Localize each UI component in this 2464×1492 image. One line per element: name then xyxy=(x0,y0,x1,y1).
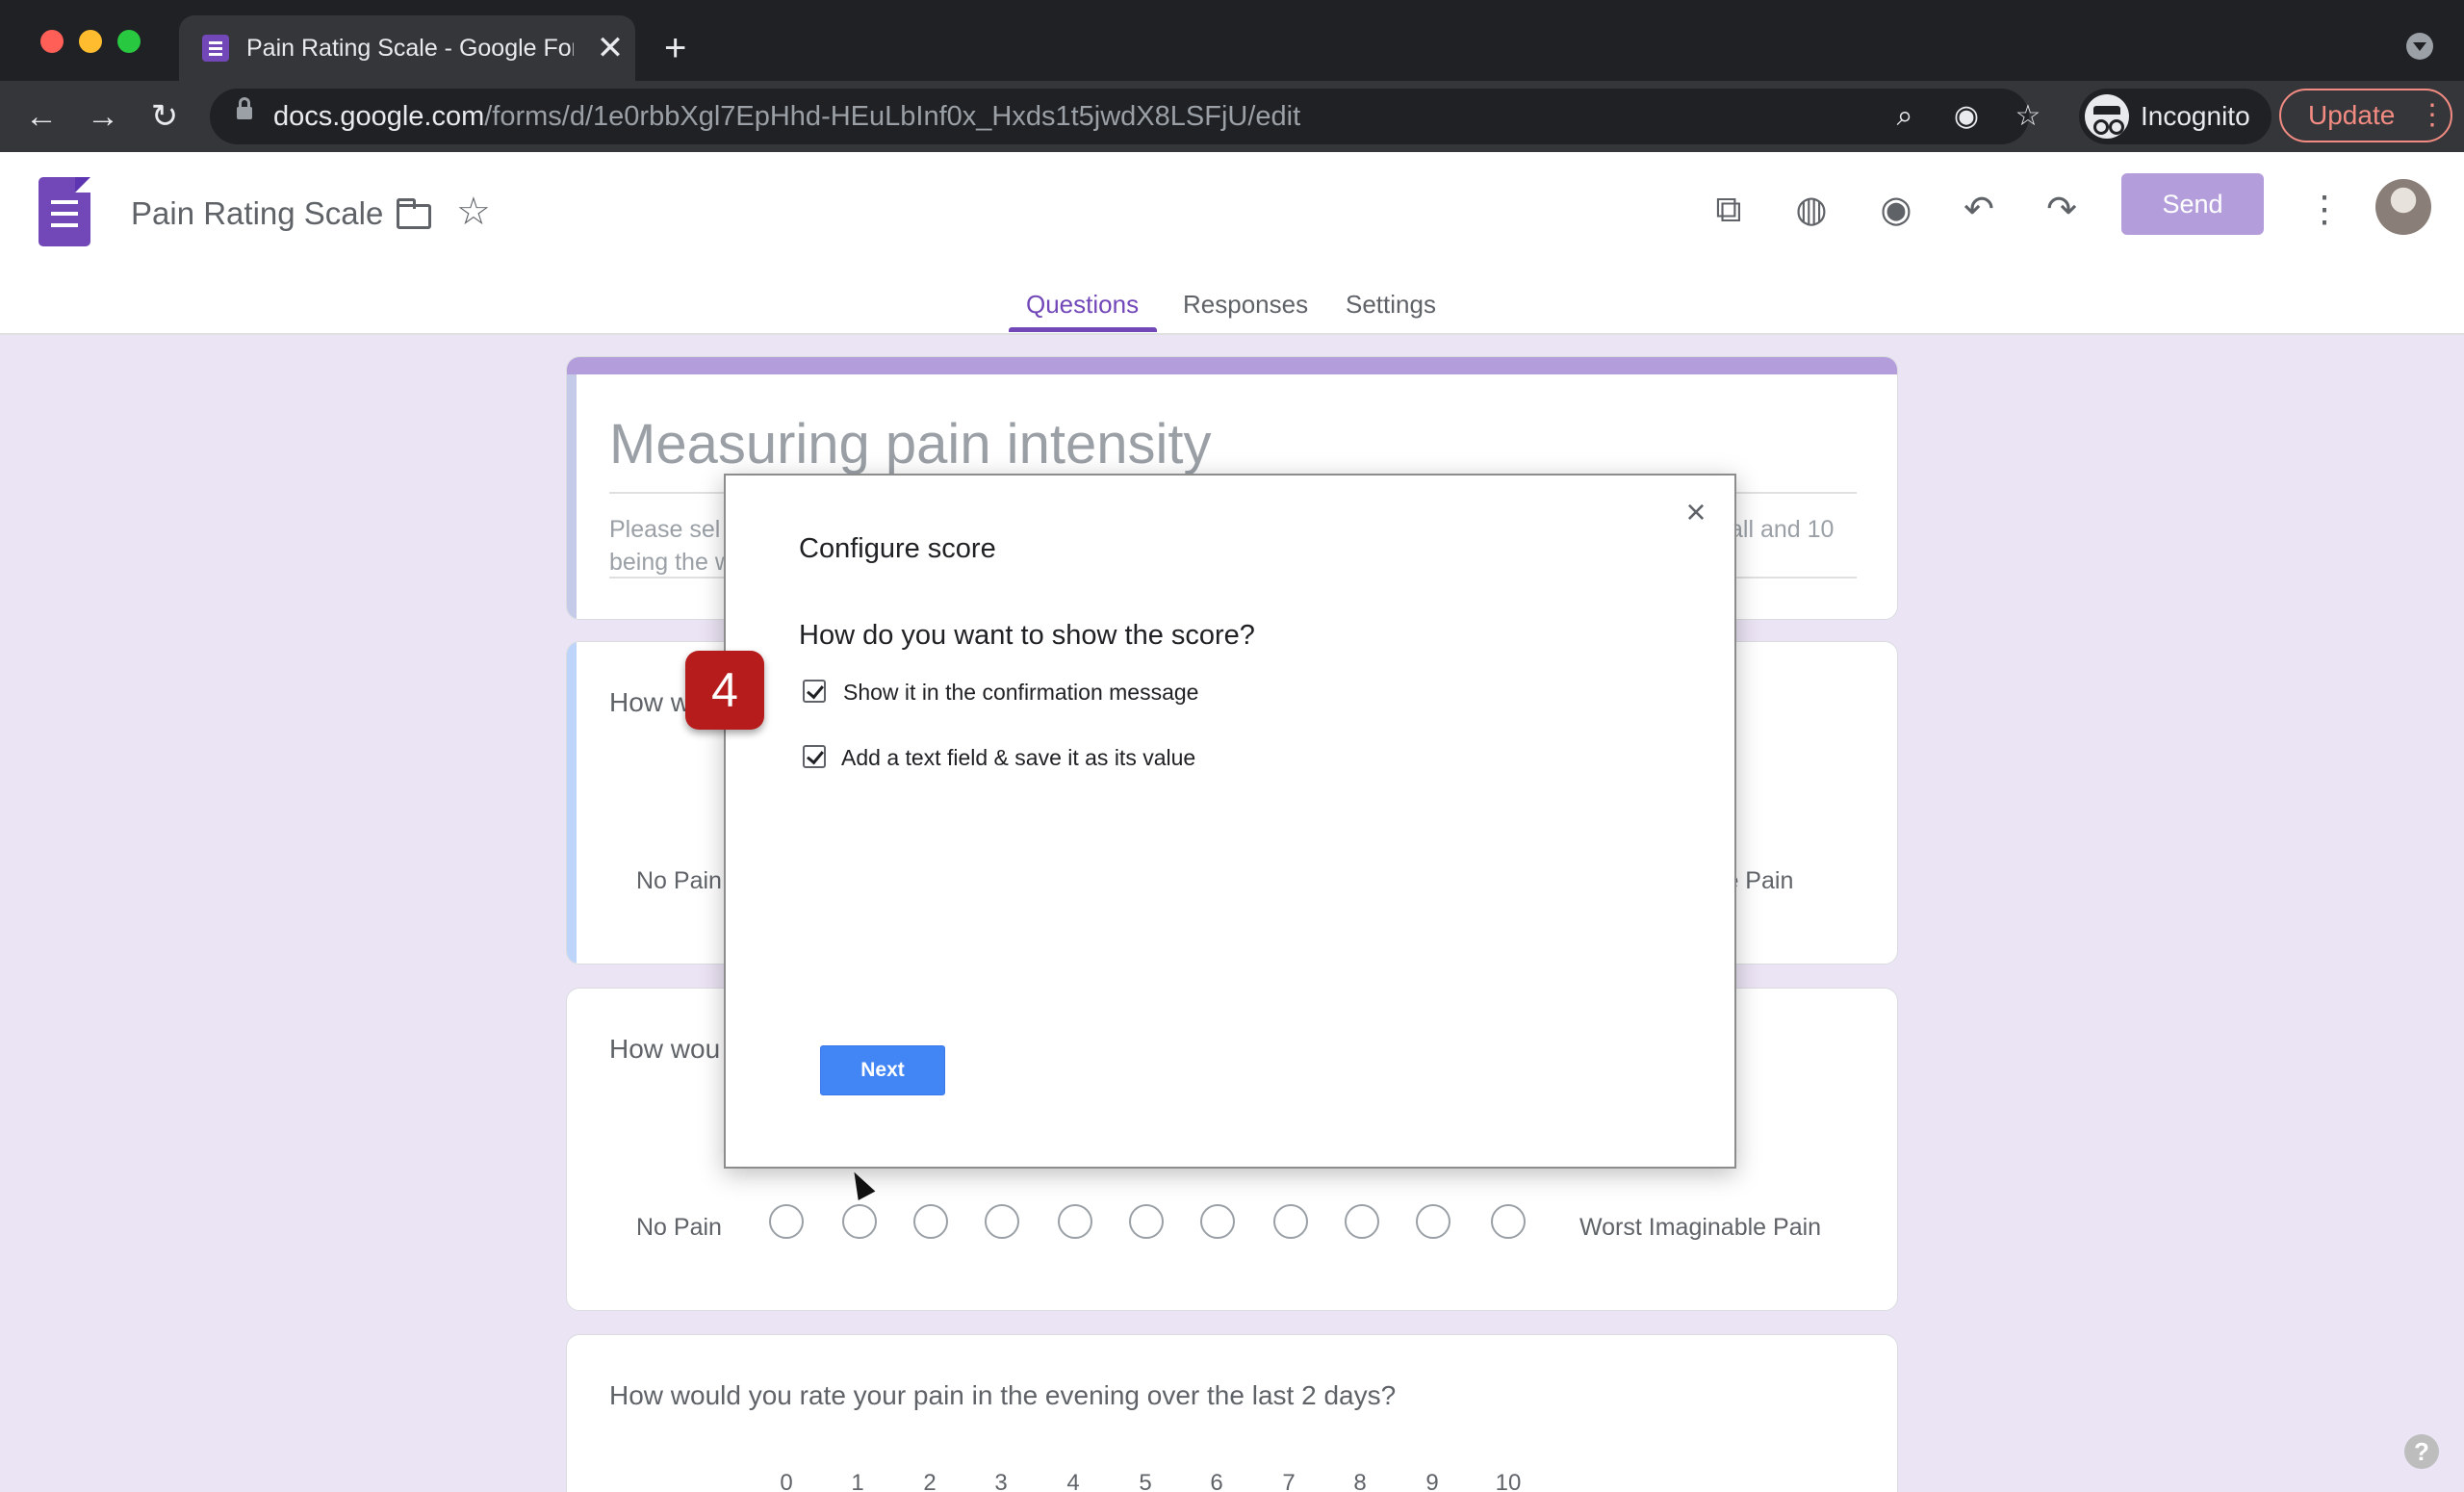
active-card-accent xyxy=(567,374,577,619)
scale-number: 6 xyxy=(1210,1470,1223,1492)
scale-number: 7 xyxy=(1282,1470,1296,1492)
incognito-icon xyxy=(2085,94,2129,139)
back-arrow-icon[interactable]: ← xyxy=(19,94,64,139)
next-button[interactable]: Next xyxy=(820,1045,945,1095)
reload-icon[interactable]: ↻ xyxy=(142,94,187,139)
tab-responses[interactable]: Responses xyxy=(1183,287,1308,322)
zoom-icon[interactable]: ⌕ xyxy=(1885,96,1925,137)
scale-number: 10 xyxy=(1495,1470,1522,1492)
scale-high-label: Worst Imaginable Pain xyxy=(1579,1214,1822,1241)
window-close-button[interactable] xyxy=(40,30,64,53)
scale-low-label: No Pain xyxy=(636,867,722,894)
active-tab-indicator xyxy=(1009,327,1157,332)
update-button[interactable]: Update ⋮ xyxy=(2279,89,2452,142)
url-text[interactable]: docs.google.com/forms/d/1e0rbbXgl7EpHhd-… xyxy=(273,89,1300,144)
preview-eye-icon[interactable]: ◉ xyxy=(1871,185,1921,235)
scale-number: 4 xyxy=(1066,1470,1080,1492)
forms-header: Pain Rating Scale ☆ ⧉ ◍ ◉ ↶ ↷ Send ⋮ Que… xyxy=(0,152,2464,335)
dialog-title: Configure score xyxy=(799,533,996,564)
add-text-field-checkbox[interactable] xyxy=(803,745,826,768)
add-ons-puzzle-icon[interactable]: ⧉ xyxy=(1704,185,1754,235)
question-title[interactable]: How w xyxy=(609,684,690,721)
add-text-field-label[interactable]: Add a text field & save it as its value xyxy=(841,743,1195,772)
undo-icon[interactable]: ↶ xyxy=(1954,185,2004,235)
window-zoom-button[interactable] xyxy=(117,30,141,53)
step-number-badge: 4 xyxy=(685,651,764,730)
customize-theme-palette-icon[interactable]: ◍ xyxy=(1786,185,1836,235)
avatar[interactable] xyxy=(2375,179,2431,235)
scale-radio-5[interactable] xyxy=(1129,1204,1164,1239)
scale-number: 1 xyxy=(851,1470,864,1492)
scale-radio-0[interactable] xyxy=(769,1204,804,1239)
theme-color-bar xyxy=(567,357,1897,374)
configure-score-dialog: × Configure score How do you want to sho… xyxy=(724,474,1736,1169)
show-in-confirmation-checkbox[interactable] xyxy=(803,680,826,703)
window-minimize-button[interactable] xyxy=(79,30,102,53)
incognito-label: Incognito xyxy=(2141,101,2250,131)
scale-number: 9 xyxy=(1425,1470,1439,1492)
more-options-icon[interactable]: ⋮ xyxy=(2306,185,2343,235)
scale-radio-1[interactable] xyxy=(842,1204,877,1239)
google-forms-logo-icon[interactable] xyxy=(38,177,90,246)
tab-questions[interactable]: Questions xyxy=(1026,287,1139,322)
move-to-folder-icon[interactable] xyxy=(397,198,431,229)
form-title[interactable]: Measuring pain intensity xyxy=(609,411,1211,478)
scale-number: 8 xyxy=(1353,1470,1367,1492)
tab-settings[interactable]: Settings xyxy=(1346,287,1436,322)
scale-number: 5 xyxy=(1139,1470,1152,1492)
scale-radio-3[interactable] xyxy=(985,1204,1019,1239)
tab-search-icon[interactable] xyxy=(2406,33,2433,60)
update-label: Update xyxy=(2308,100,2396,130)
scale-radio-4[interactable] xyxy=(1058,1204,1092,1239)
incognito-indicator[interactable]: Incognito xyxy=(2079,89,2272,144)
show-in-confirmation-label[interactable]: Show it in the confirmation message xyxy=(843,678,1198,707)
scale-radio-10[interactable] xyxy=(1491,1204,1526,1239)
browser-tab[interactable]: Pain Rating Scale - Google Forms ✕ xyxy=(179,15,635,81)
scale-radio-7[interactable] xyxy=(1273,1204,1308,1239)
active-card-accent xyxy=(567,642,577,964)
scale-number: 0 xyxy=(780,1470,793,1492)
scale-radio-2[interactable] xyxy=(913,1204,948,1239)
question-card-3[interactable]: How would you rate your pain in the even… xyxy=(566,1334,1898,1492)
scale-radio-8[interactable] xyxy=(1345,1204,1379,1239)
help-icon[interactable]: ? xyxy=(2404,1434,2439,1469)
star-icon[interactable]: ☆ xyxy=(456,191,491,233)
browser-menu-icon[interactable]: ⋮ xyxy=(2418,90,2447,141)
dialog-question: How do you want to show the score? xyxy=(799,620,1255,651)
browser-toolbar: ← → ↻ docs.google.com/forms/d/1e0rbbXgl7… xyxy=(0,81,2464,152)
send-button[interactable]: Send xyxy=(2121,173,2264,235)
question-title[interactable]: How would you rate your pain in the even… xyxy=(609,1377,1396,1414)
question-title[interactable]: How wou xyxy=(609,1031,720,1068)
browser-tab-bar: Pain Rating Scale - Google Forms ✕ + xyxy=(0,0,2464,81)
scale-radio-6[interactable] xyxy=(1200,1204,1235,1239)
scale-radio-9[interactable] xyxy=(1416,1204,1450,1239)
tracking-protection-eye-icon[interactable]: ◉ xyxy=(1946,96,1987,137)
tab-close-icon[interactable]: ✕ xyxy=(595,32,626,64)
scale-number: 2 xyxy=(923,1470,937,1492)
form-tabs: Questions Responses Settings xyxy=(0,287,2464,333)
forward-arrow-icon[interactable]: → xyxy=(81,94,125,139)
new-tab-button[interactable]: + xyxy=(664,29,686,67)
address-bar[interactable]: docs.google.com/forms/d/1e0rbbXgl7EpHhd-… xyxy=(210,89,2040,144)
close-icon[interactable]: × xyxy=(1679,495,1713,529)
scale-low-label: No Pain xyxy=(636,1214,722,1241)
lock-icon xyxy=(237,97,252,119)
scale-number: 3 xyxy=(994,1470,1008,1492)
tab-title: Pain Rating Scale - Google Forms xyxy=(246,35,574,62)
redo-icon[interactable]: ↷ xyxy=(2037,185,2087,235)
bookmark-star-icon[interactable]: ☆ xyxy=(2008,96,2048,137)
forms-favicon-icon xyxy=(202,35,229,62)
doc-title[interactable]: Pain Rating Scale xyxy=(131,194,383,233)
